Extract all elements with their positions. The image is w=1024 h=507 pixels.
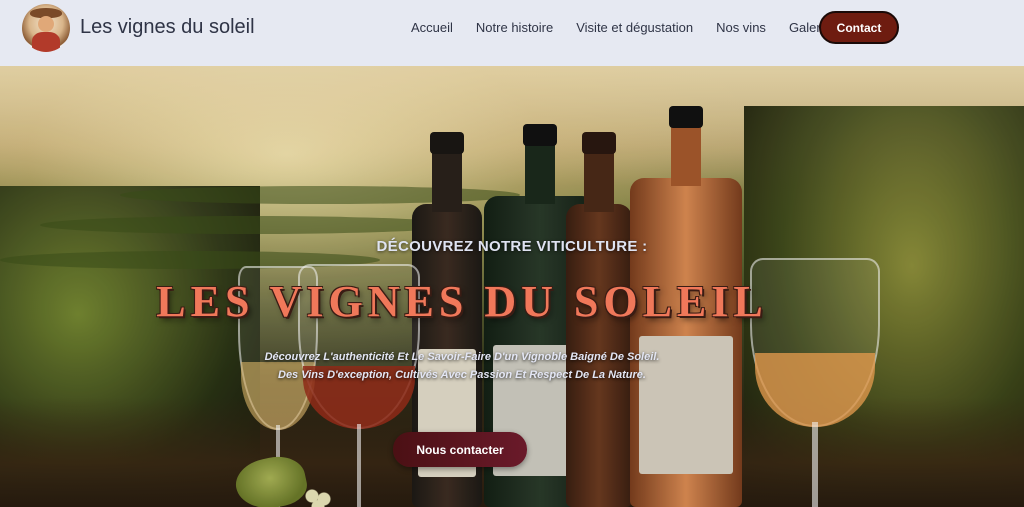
brand-name[interactable]: Les vignes du soleil: [80, 16, 255, 39]
hero-title: LES VIGNES DU SOLEIL: [156, 277, 768, 326]
nav-accueil[interactable]: Accueil: [411, 20, 453, 35]
nav-visite-degustation[interactable]: Visite et dégustation: [576, 20, 693, 35]
site-header: Les vignes du soleil Accueil Notre histo…: [0, 0, 1024, 66]
hero-description: Découvrez L'authenticité Et Le Savoir-Fa…: [264, 351, 660, 381]
logo-avatar[interactable]: [22, 4, 70, 52]
contact-button[interactable]: Contact: [819, 11, 899, 44]
contact-us-button[interactable]: Nous contacter: [393, 432, 527, 467]
nav-nos-vins[interactable]: Nos vins: [716, 20, 766, 35]
nav-notre-histoire[interactable]: Notre histoire: [476, 20, 553, 35]
hero-section: DÉCOUVREZ NOTRE VITICULTURE : LES VIGNES…: [0, 66, 1024, 507]
main-nav: Accueil Notre histoire Visite et dégusta…: [411, 20, 854, 35]
hero-kicker: DÉCOUVREZ NOTRE VITICULTURE :: [376, 238, 648, 255]
